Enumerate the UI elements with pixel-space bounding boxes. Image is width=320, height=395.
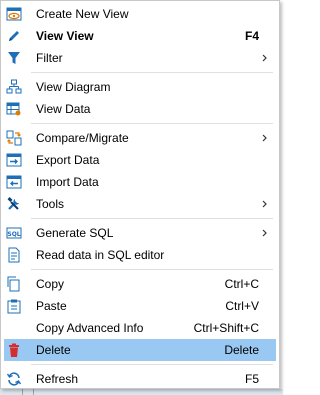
diagram-icon (6, 79, 22, 95)
menu-item-label: Generate SQL (36, 226, 114, 240)
eye-create-icon (6, 6, 22, 22)
menu-item-paste[interactable]: Paste Ctrl+V (4, 295, 276, 317)
menu-separator (31, 364, 273, 365)
menu-item-refresh[interactable]: Refresh F5 (4, 368, 276, 390)
svg-text:SQL: SQL (7, 231, 20, 238)
chevron-right-icon (261, 226, 269, 240)
chevron-right-icon (261, 197, 269, 211)
copy-icon (6, 276, 22, 292)
menu-item-label: Export Data (36, 153, 100, 167)
menu-item-copy[interactable]: Copy Ctrl+C (4, 273, 276, 295)
context-menu: Create New View View View F4 Filter View… (0, 0, 280, 389)
menu-separator (31, 218, 273, 219)
chevron-right-icon (261, 131, 269, 145)
menu-item-view-data[interactable]: View Data (4, 98, 276, 120)
menu-item-compare-migrate[interactable]: Compare/Migrate (4, 127, 276, 149)
menu-item-create-new-view[interactable]: Create New View (4, 3, 276, 25)
menu-item-shortcut: F4 (244, 29, 259, 43)
menu-item-label: Filter (36, 51, 63, 65)
funnel-icon (6, 50, 22, 66)
menu-item-copy-advanced-info[interactable]: Copy Advanced Info Ctrl+Shift+C (4, 317, 276, 339)
pencil-icon (6, 28, 22, 44)
refresh-icon (6, 371, 22, 387)
sql-icon: SQL (6, 225, 22, 241)
menu-item-label: View Diagram (36, 80, 111, 94)
menu-item-label: Refresh (36, 372, 79, 386)
menu-item-generate-sql[interactable]: SQL Generate SQL (4, 222, 276, 244)
menu-item-label: Import Data (36, 175, 99, 189)
export-icon (6, 152, 22, 168)
menu-item-export-data[interactable]: Export Data (4, 149, 276, 171)
menu-item-shortcut: Ctrl+C (224, 277, 259, 291)
menu-item-label: Tools (36, 197, 65, 211)
menu-separator (31, 269, 273, 270)
menu-item-label: Create New View (36, 7, 129, 21)
menu-separator (31, 123, 273, 124)
menu-item-shortcut: F5 (244, 372, 259, 386)
menu-item-view-diagram[interactable]: View Diagram (4, 76, 276, 98)
menu-item-label: Copy Advanced Info (36, 321, 144, 335)
compare-icon (6, 130, 22, 146)
menu-item-read-data-sql-editor[interactable]: Read data in SQL editor (4, 244, 276, 266)
menu-item-label: Copy (36, 277, 65, 291)
menu-item-label: View View (36, 29, 94, 43)
menu-item-label: Delete (36, 343, 71, 357)
import-icon (6, 174, 22, 190)
trash-icon (6, 342, 22, 358)
menu-item-shortcut: Ctrl+V (225, 299, 259, 313)
menu-item-delete[interactable]: Delete Delete (4, 339, 276, 361)
menu-item-import-data[interactable]: Import Data (4, 171, 276, 193)
menu-item-shortcut: Ctrl+Shift+C (193, 321, 259, 335)
menu-item-label: View Data (36, 102, 91, 116)
menu-item-tools[interactable]: Tools (4, 193, 276, 215)
menu-item-shortcut: Delete (224, 343, 259, 357)
tools-icon (6, 196, 22, 212)
menu-item-label: Paste (36, 299, 67, 313)
chevron-right-icon (261, 51, 269, 65)
sql-editor-icon (6, 247, 22, 263)
menu-item-label: Compare/Migrate (36, 131, 129, 145)
table-view-icon (6, 101, 22, 117)
menu-item-label: Read data in SQL editor (36, 248, 165, 262)
menu-separator (31, 72, 273, 73)
paste-icon (6, 298, 22, 314)
menu-item-view-view[interactable]: View View F4 (4, 25, 276, 47)
menu-item-filter[interactable]: Filter (4, 47, 276, 69)
